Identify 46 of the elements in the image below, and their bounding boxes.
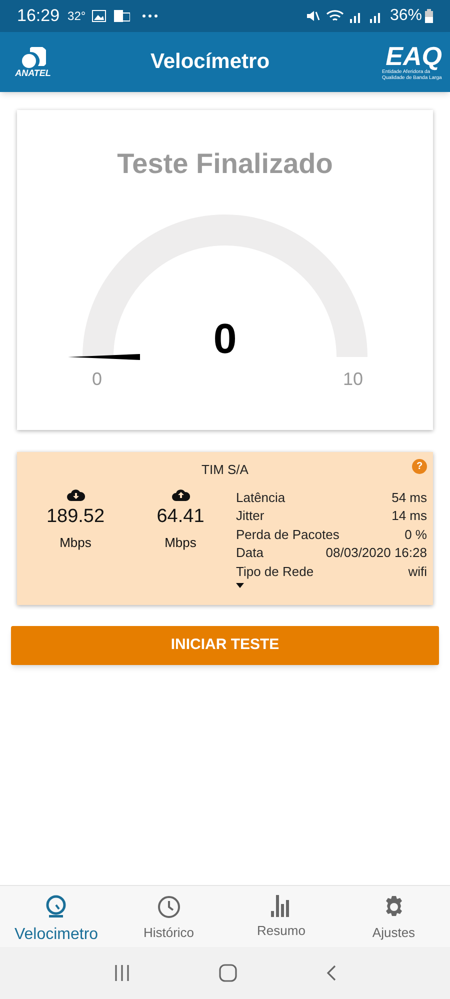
app-title: Velocímetro	[149, 49, 271, 76]
gauge-value: 0	[212, 318, 238, 360]
nav-tab[interactable]: Resumo	[225, 886, 338, 947]
speed-value: 189.52	[46, 506, 105, 526]
detail-value: 08/03/2020 16:28	[326, 544, 427, 562]
speed-value: 64.41	[156, 506, 204, 526]
image-icon	[92, 10, 106, 22]
operator-name: TIM S/A	[202, 461, 248, 479]
upload-icon	[172, 488, 190, 500]
bar-chart-icon	[271, 895, 292, 917]
gauge-max-label: 10	[343, 370, 364, 388]
logo-text: EAQ	[386, 43, 442, 69]
gauge-min-label: 0	[92, 370, 102, 388]
mute-icon	[306, 9, 320, 23]
clock-time: 16:29	[17, 5, 60, 28]
detail-label: Tipo de Rede	[236, 562, 314, 580]
detail-label: Jitter	[236, 507, 264, 524]
gauge-title: Teste Finalizado	[117, 147, 333, 181]
speed-unit: Mbps	[164, 534, 196, 552]
back-icon[interactable]	[326, 965, 336, 981]
detail-label: Perda de Pacotes	[236, 526, 340, 543]
nav-tab[interactable]: Ajustes	[338, 886, 450, 947]
speed-unit: Mbps	[60, 534, 92, 552]
more-icon	[142, 14, 158, 18]
help-button[interactable]: ?	[412, 459, 427, 474]
battery-icon	[425, 9, 433, 23]
nav-tab[interactable]: Histórico	[112, 886, 225, 947]
detail-value: 54 ms	[392, 488, 427, 506]
battery-percent: 36%	[390, 6, 422, 26]
temperature: 32°	[68, 8, 86, 25]
speedometer-icon	[44, 895, 68, 919]
detail-value: wifi	[408, 562, 427, 580]
detail-label: Data	[236, 544, 264, 562]
detail-label: Latência	[236, 488, 286, 506]
logo-text: ANATEL	[15, 68, 51, 78]
detail-value: 0 %	[404, 526, 427, 543]
expand-caret-icon[interactable]	[236, 583, 244, 588]
logo-icon	[20, 46, 46, 68]
clock-icon	[156, 895, 181, 919]
detail-value: 14 ms	[392, 507, 427, 524]
start-test-button[interactable]: INICIAR TESTE	[11, 626, 439, 665]
wifi-icon	[326, 9, 344, 23]
home-icon[interactable]	[218, 964, 237, 982]
recent-apps-icon[interactable]	[114, 965, 130, 981]
download-icon	[66, 488, 84, 500]
nav-tab[interactable]: Velocimetro	[0, 886, 112, 947]
